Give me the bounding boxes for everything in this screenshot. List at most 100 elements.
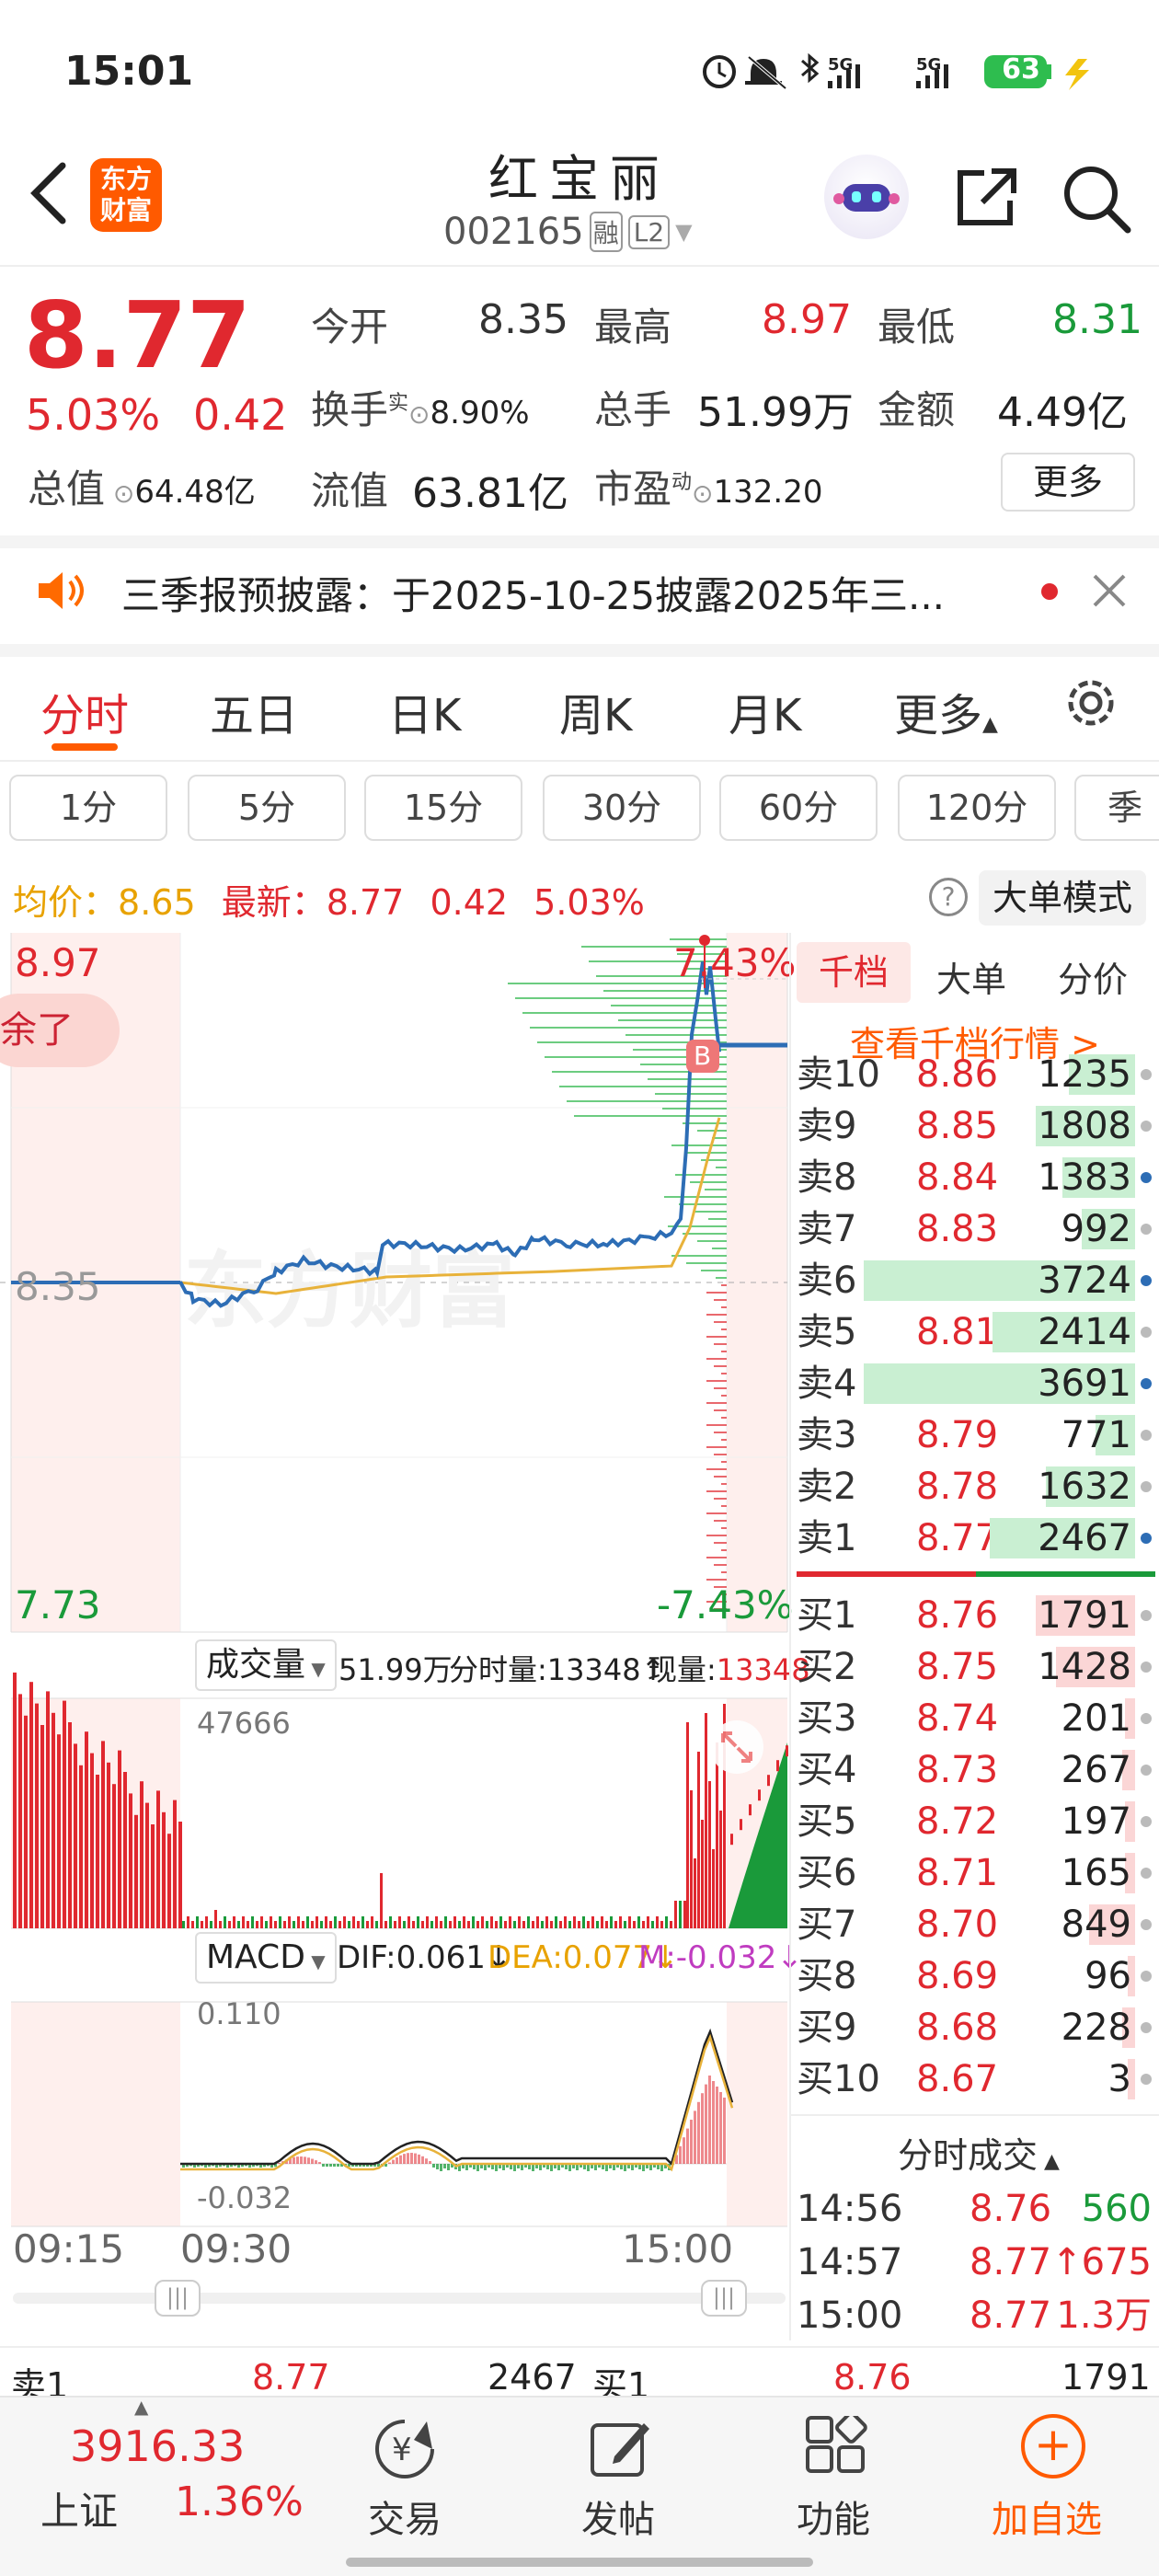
book-tab-qiandang[interactable]: 千档 — [797, 942, 911, 1003]
ask-row[interactable]: 卖5 8.81 2414 — [797, 1306, 1159, 1358]
bid-row[interactable]: 买2 8.75 1428 — [797, 1641, 1159, 1693]
period-season[interactable]: 季 — [1074, 775, 1159, 841]
expand-icon[interactable] — [710, 1720, 763, 1774]
bid-row[interactable]: 买10 8.67 3 — [797, 2053, 1159, 2105]
depth-bar — [706, 1402, 727, 1404]
close-icon[interactable] — [1091, 572, 1128, 609]
trade-label[interactable]: 交易 — [368, 2490, 442, 2543]
bid-row[interactable]: 买4 8.73 267 — [797, 1744, 1159, 1796]
tab-more[interactable]: 更多▲ — [894, 679, 998, 743]
volume-bar — [151, 1824, 155, 1928]
range-slider-track[interactable] — [13, 2293, 786, 2304]
volume-selector[interactable]: 成交量 ▼ — [195, 1639, 337, 1691]
volume-bar — [219, 1921, 222, 1928]
macd-selector[interactable]: MACD ▼ — [195, 1932, 337, 1984]
stock-code[interactable]: 002165 融 L2 ▼ — [443, 208, 693, 256]
book-volume: 992 — [1061, 1208, 1131, 1250]
index-pct[interactable]: 1.36% — [175, 2478, 304, 2525]
period-120m[interactable]: 120分 — [898, 775, 1056, 841]
tab-wuri[interactable]: 五日 — [210, 679, 298, 743]
post-label[interactable]: 发帖 — [581, 2490, 655, 2543]
volume-bar — [660, 1921, 663, 1928]
function-label[interactable]: 功能 — [797, 2490, 870, 2543]
volume-bar — [694, 1858, 696, 1928]
macd-bar — [443, 2164, 446, 2168]
battery-level: 63 — [1002, 53, 1040, 86]
index-name[interactable]: 上证 — [40, 2480, 118, 2536]
ask-row[interactable]: 卖1 8.77 2467 — [797, 1512, 1159, 1564]
book-tab-dadan[interactable]: 大单 — [936, 951, 1006, 1002]
volume-bar — [504, 1921, 507, 1928]
volume-bar — [674, 1901, 677, 1928]
depth-bar — [655, 1093, 727, 1095]
big-order-mode-button[interactable]: 大单模式 — [979, 870, 1146, 926]
back-icon[interactable] — [20, 156, 75, 230]
bid-row[interactable]: 买1 8.76 1791 — [797, 1590, 1159, 1641]
volume-total: 51.99万 — [339, 1652, 453, 1687]
ask-row[interactable]: 卖9 8.85 1808 — [797, 1100, 1159, 1152]
bid-row[interactable]: 买3 8.74 201 — [797, 1693, 1159, 1744]
notice-text[interactable]: 三季报预披露：于2025-10-25披露2025年三... — [121, 565, 945, 621]
ask-row[interactable]: 卖48.803691 — [797, 1358, 1159, 1409]
buy-marker-label: B — [694, 1041, 711, 1071]
add-watchlist-icon[interactable]: + — [1021, 2414, 1085, 2478]
ask-row[interactable]: 卖10 8.86 1235 — [797, 1049, 1159, 1100]
ask-row[interactable]: 卖8 8.84 1383 — [797, 1152, 1159, 1203]
volume-bar — [293, 1921, 295, 1928]
bid-row[interactable]: 买7 8.70 849 — [797, 1899, 1159, 1950]
help-icon[interactable]: ? — [929, 878, 968, 916]
depth-bar — [697, 1240, 727, 1242]
bid-row[interactable]: 买6 8.71 165 — [797, 1847, 1159, 1899]
post-icon[interactable] — [587, 2416, 653, 2482]
tab-yuek[interactable]: 月K — [729, 679, 801, 743]
book-tab-fenjia[interactable]: 分价 — [1058, 951, 1128, 1002]
range-slider-handle-right[interactable]: ||| — [701, 2280, 747, 2317]
volume-bar — [134, 1814, 138, 1928]
book-dot — [1141, 1662, 1152, 1673]
trade-icon[interactable]: ¥ — [372, 2416, 438, 2482]
ask-row[interactable]: 卖3 8.79 771 — [797, 1409, 1159, 1461]
function-icon[interactable] — [802, 2411, 868, 2482]
more-button[interactable]: 更多 — [1001, 453, 1135, 512]
book-volume: 1235 — [1038, 1053, 1131, 1096]
period-15m[interactable]: 15分 — [364, 775, 522, 841]
book-level-label: 卖9 — [797, 1105, 857, 1147]
period-5m[interactable]: 5分 — [188, 775, 346, 841]
book-volume: 1632 — [1038, 1466, 1131, 1508]
bid-row[interactable]: 买8 8.69 96 — [797, 1950, 1159, 2002]
robot-avatar-icon[interactable] — [824, 155, 909, 239]
chat-bubble[interactable]: 余了 — [0, 994, 120, 1067]
index-value[interactable]: 3916.33 — [70, 2421, 245, 2471]
book-dot — [1141, 1713, 1152, 1724]
range-slider-handle-left[interactable]: ||| — [155, 2280, 201, 2317]
tab-rik[interactable]: 日K — [388, 679, 461, 743]
book-dot — [1141, 1121, 1152, 1132]
gear-icon[interactable] — [1060, 672, 1122, 734]
book-volume: 267 — [1061, 1749, 1131, 1791]
bid-row[interactable]: 买5 8.72 197 — [797, 1796, 1159, 1847]
depth-bar — [714, 1520, 727, 1522]
book-level-label: 卖1 — [797, 1517, 857, 1559]
tab-zhouk[interactable]: 周K — [559, 679, 632, 743]
volume-bar — [467, 1921, 470, 1928]
add-watchlist-label[interactable]: 加自选 — [992, 2490, 1102, 2543]
period-1m[interactable]: 1分 — [9, 775, 167, 841]
depth-bar — [662, 1108, 727, 1110]
period-30m[interactable]: 30分 — [543, 775, 701, 841]
book-level-label: 卖3 — [797, 1414, 857, 1456]
ask-row[interactable]: 卖7 8.83 992 — [797, 1203, 1159, 1255]
period-60m[interactable]: 60分 — [719, 775, 878, 841]
bid-row[interactable]: 买9 8.68 228 — [797, 2002, 1159, 2053]
volume-bar — [596, 1921, 599, 1928]
ask-row[interactable]: 卖68.823724 — [797, 1255, 1159, 1306]
app-logo[interactable]: 东方 财富 — [90, 158, 162, 232]
tab-fenshi[interactable]: 分时 — [40, 679, 129, 743]
share-icon[interactable] — [951, 162, 1021, 232]
ask-row[interactable]: 卖2 8.78 1632 — [797, 1461, 1159, 1512]
depth-bar — [721, 1549, 727, 1551]
tick-time: 14:56 — [797, 2188, 903, 2230]
volume-bar — [57, 1734, 61, 1928]
search-icon[interactable] — [1060, 162, 1133, 236]
book-price: 8.74 — [916, 1697, 999, 1740]
book-level-label: 买6 — [797, 1852, 857, 1894]
